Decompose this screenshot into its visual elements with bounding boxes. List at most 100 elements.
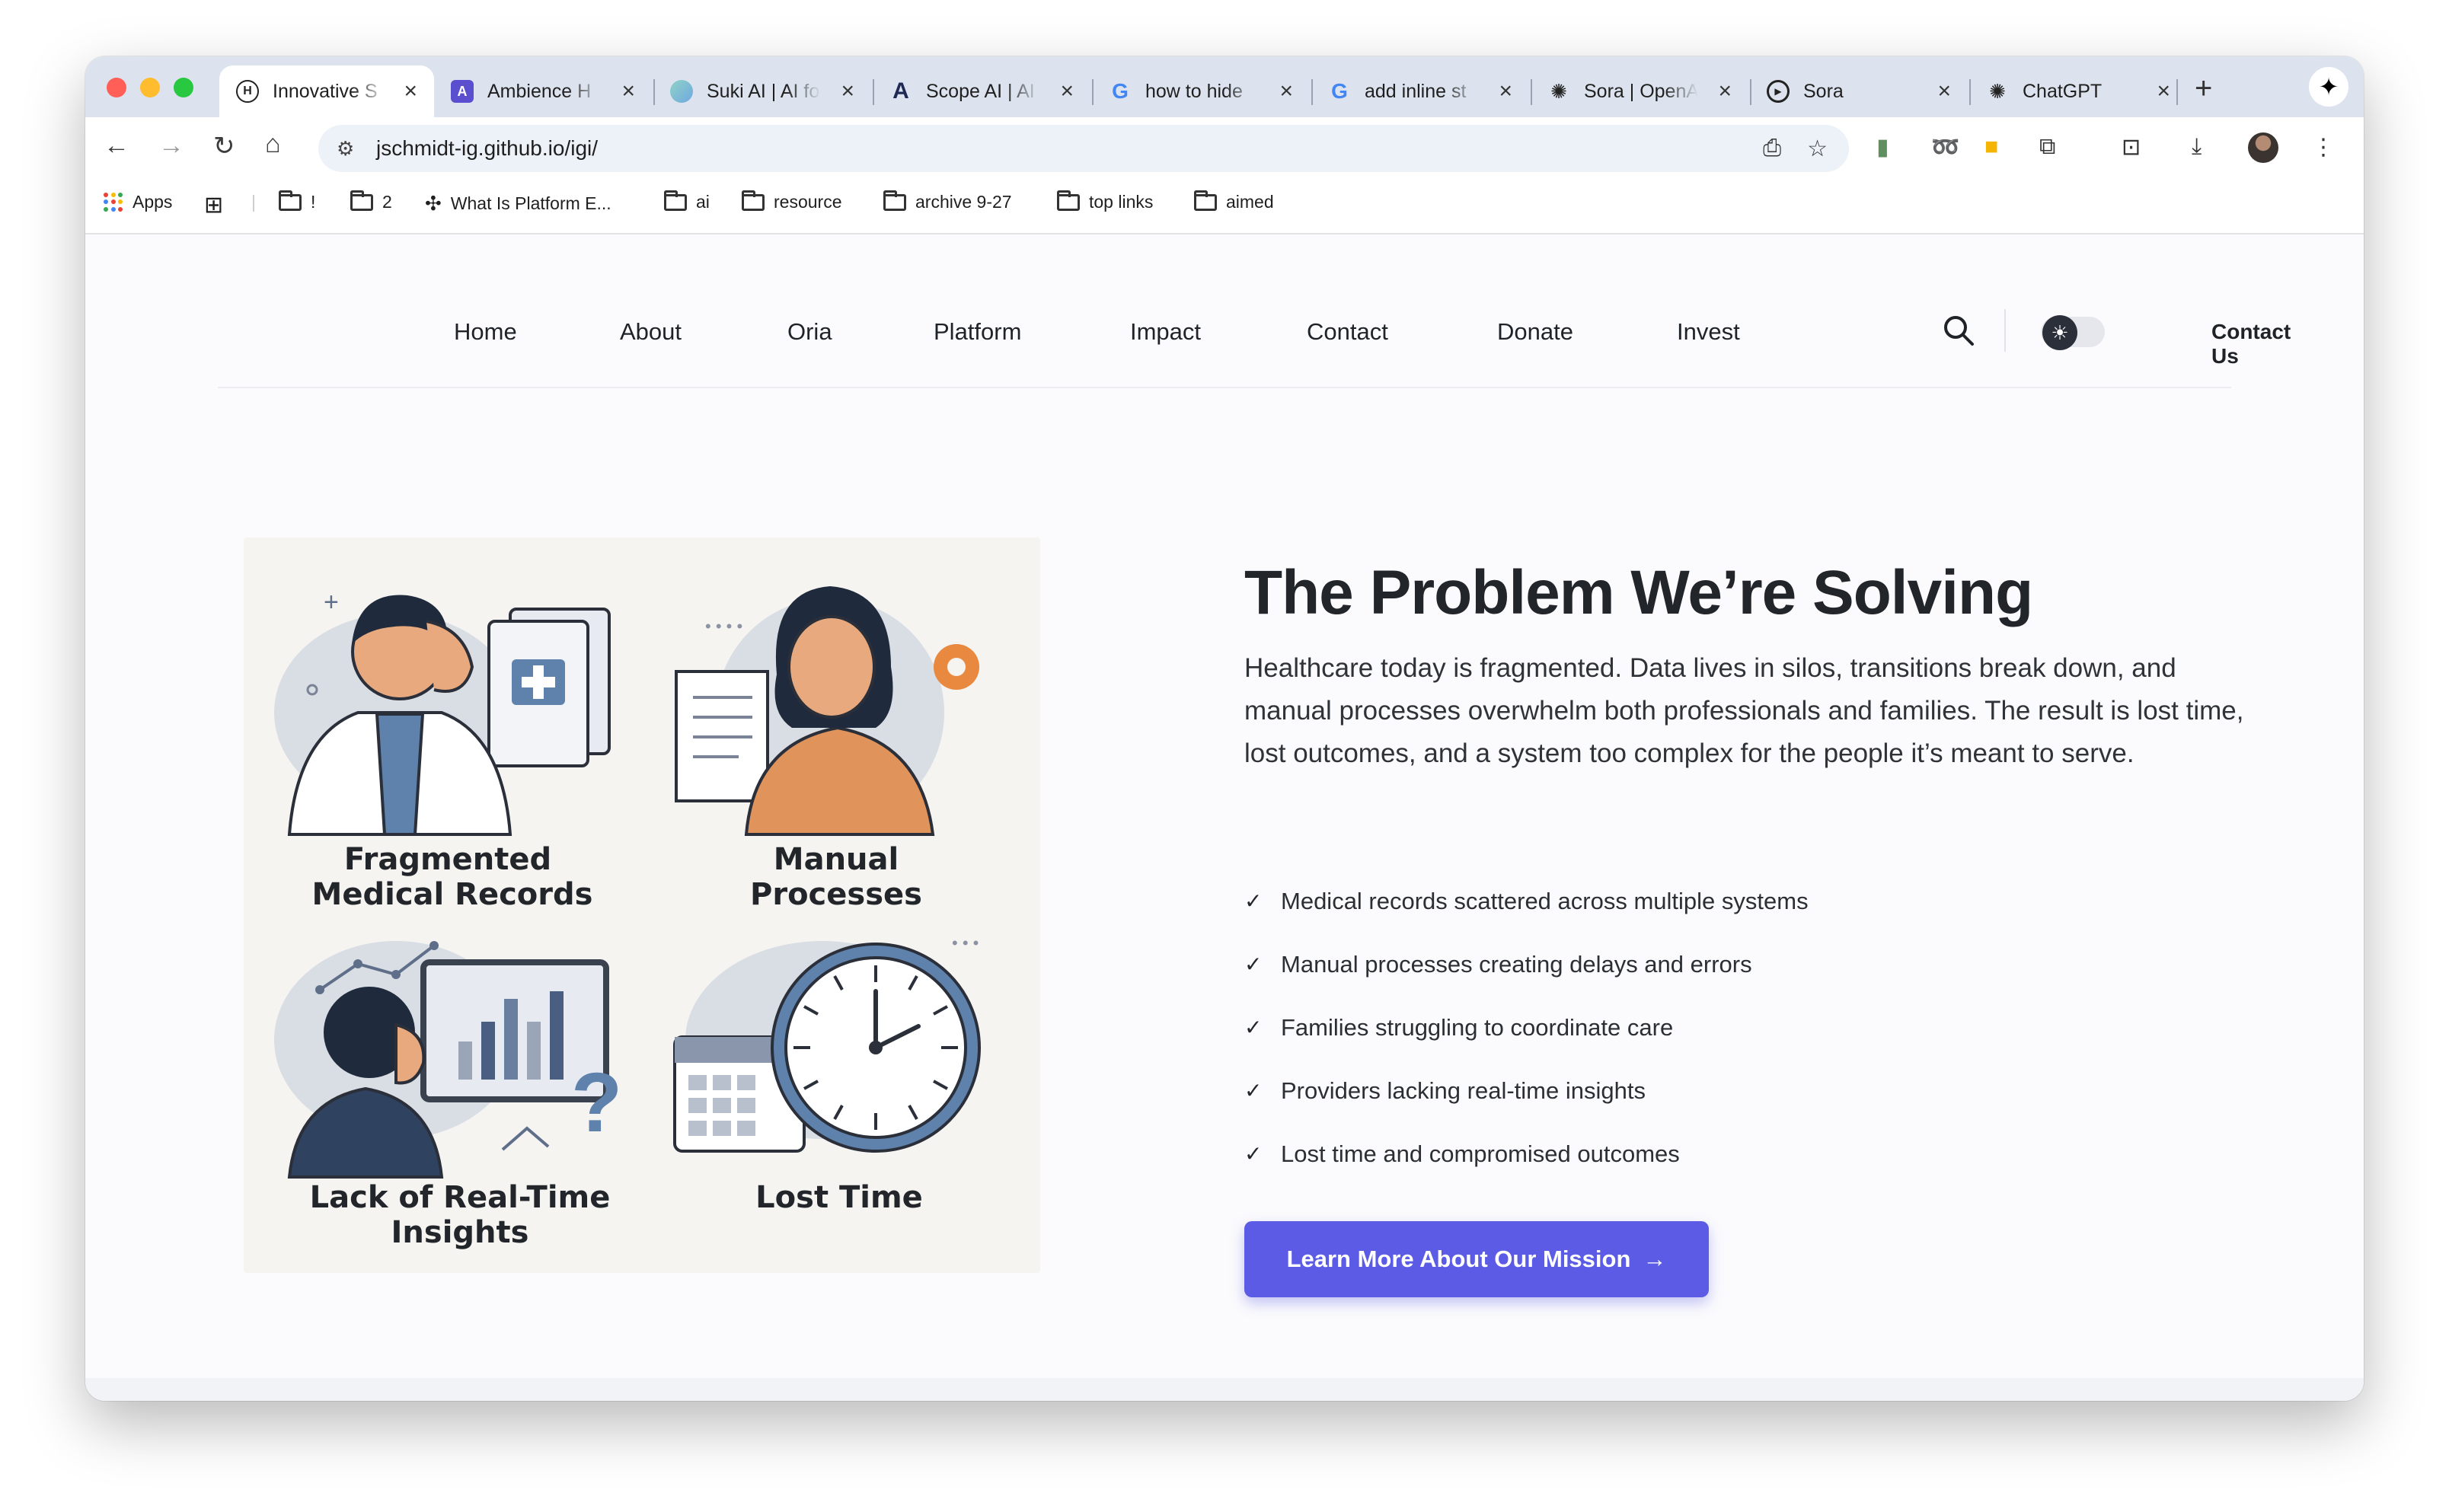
- close-window-button[interactable]: [107, 78, 126, 97]
- theme-toggle[interactable]: ☀: [2041, 315, 2105, 350]
- list-item: ✓ Families struggling to coordinate care: [1244, 996, 1809, 1059]
- lost-time-illustration: • • •: [673, 933, 981, 1153]
- sun-icon: ☀: [2042, 315, 2077, 350]
- tab-chatgpt[interactable]: ✺ ChatGPT ×: [1969, 65, 2187, 117]
- tab-search-icon[interactable]: ⊡: [2122, 134, 2141, 161]
- slack-icon: ✣: [425, 192, 442, 215]
- close-tab-icon[interactable]: ×: [2157, 78, 2170, 104]
- tab-innovative[interactable]: H Innovative S ×: [219, 65, 434, 117]
- svg-text:• • • •: • • • •: [705, 617, 742, 636]
- home-icon[interactable]: ⌂: [265, 129, 281, 159]
- tab-google-inline[interactable]: G add inline st ×: [1311, 65, 1529, 117]
- contact-us-button[interactable]: Contact Us: [2211, 320, 2291, 368]
- check-icon: ✓: [1244, 1016, 1263, 1039]
- openai-favicon-icon: ✺: [1989, 79, 2006, 103]
- extensions-puzzle-icon[interactable]: ⧉: [2039, 134, 2055, 160]
- learn-more-button[interactable]: Learn More About Our Mission →: [1244, 1221, 1709, 1297]
- bookmark-label: top links: [1089, 192, 1154, 212]
- tab-title: add inline st: [1365, 80, 1467, 102]
- extension-s-icon[interactable]: ➿: [1931, 134, 1959, 161]
- tab-google-hide[interactable]: G how to hide ×: [1092, 65, 1310, 117]
- tab-title: Innovative S: [273, 80, 378, 102]
- forward-icon[interactable]: →: [158, 131, 184, 161]
- bookmarks-bar: Apps ⊞ | ! 2 ✣ What Is Platform E... ai …: [85, 178, 2364, 234]
- minimize-window-button[interactable]: [140, 78, 160, 97]
- folder-icon: [883, 190, 906, 211]
- tab-suki[interactable]: Suki AI | AI fo ×: [653, 65, 871, 117]
- close-tab-icon[interactable]: ×: [1499, 78, 1512, 104]
- list-item-text: Families struggling to coordinate care: [1281, 1013, 1674, 1041]
- nav-impact[interactable]: Impact: [1130, 318, 1201, 346]
- bookmark-folder-archive[interactable]: archive 9-27: [883, 190, 1012, 212]
- svg-text:• • •: • • •: [952, 933, 979, 952]
- nav-contact[interactable]: Contact: [1307, 318, 1388, 346]
- url-text[interactable]: jschmidt-ig.github.io/igi/: [376, 136, 598, 161]
- back-icon[interactable]: ←: [104, 131, 129, 161]
- close-tab-icon[interactable]: ×: [841, 78, 854, 104]
- extension-badge-icon[interactable]: ▮: [1876, 134, 1889, 161]
- bookmark-folder-2[interactable]: 2: [350, 190, 392, 212]
- list-item-text: Lost time and compromised outcomes: [1281, 1140, 1680, 1167]
- tab-separator: [2176, 79, 2178, 105]
- address-bar[interactable]: ⚙ jschmidt-ig.github.io/igi/ ⎙ ☆: [318, 125, 1849, 172]
- tab-title: Sora: [1803, 80, 1844, 102]
- site-info-icon[interactable]: ⚙: [337, 137, 362, 161]
- bookmark-apps[interactable]: Apps: [104, 192, 172, 212]
- close-tab-icon[interactable]: ×: [404, 78, 417, 104]
- folder-icon: [664, 190, 687, 211]
- nav-donate[interactable]: Donate: [1497, 318, 1573, 346]
- tab-title: Scope AI | AI: [926, 80, 1035, 102]
- check-icon: ✓: [1244, 889, 1263, 913]
- nav-home[interactable]: Home: [454, 318, 517, 346]
- bookmark-folder-resource[interactable]: resource: [742, 190, 841, 212]
- profile-avatar[interactable]: [2248, 132, 2278, 163]
- new-tab-icon[interactable]: +: [2195, 72, 2212, 106]
- extension-note-icon[interactable]: ■: [1984, 134, 1998, 160]
- install-app-icon[interactable]: ⎙: [1763, 136, 1781, 162]
- bookmark-platform[interactable]: ✣ What Is Platform E...: [425, 192, 611, 215]
- close-tab-icon[interactable]: ×: [1718, 78, 1732, 104]
- tab-sora-openai[interactable]: ✺ Sora | OpenA ×: [1531, 65, 1748, 117]
- doctor-illustration: +: [274, 588, 611, 836]
- tab-title: Sora | OpenA: [1584, 80, 1698, 102]
- tab-sora[interactable]: ▶ Sora ×: [1750, 65, 1968, 117]
- close-tab-icon[interactable]: ×: [1937, 78, 1951, 104]
- bookmark-star-icon[interactable]: ☆: [1807, 136, 1828, 162]
- svg-text:+: +: [324, 588, 339, 617]
- svg-text:?: ?: [571, 1056, 622, 1150]
- browser-window: H Innovative S × A Ambience H × Suki AI …: [85, 56, 2364, 1401]
- window-controls: [107, 78, 193, 97]
- tab-ambience[interactable]: A Ambience H ×: [434, 65, 652, 117]
- browser-toolbar: ← → ↻ ⌂ ⚙ jschmidt-ig.github.io/igi/ ⎙ ☆…: [85, 117, 2364, 178]
- tab-groups-icon[interactable]: ⊞: [204, 192, 223, 219]
- folder-icon: [279, 190, 302, 211]
- bookmark-folder-bang[interactable]: !: [279, 190, 315, 212]
- nav-invest[interactable]: Invest: [1677, 318, 1740, 346]
- close-tab-icon[interactable]: ×: [1060, 78, 1074, 104]
- bookmark-label: aimed: [1226, 192, 1274, 212]
- gemini-icon[interactable]: ✦: [2309, 67, 2348, 107]
- bookmark-folder-ai[interactable]: ai: [664, 190, 710, 212]
- nav-divider: [2004, 309, 2006, 352]
- search-icon[interactable]: [1942, 314, 1975, 347]
- nav-platform[interactable]: Platform: [934, 318, 1021, 346]
- caption-lost-time: Lost Time: [755, 1180, 923, 1215]
- tab-scope[interactable]: A Scope AI | AI ×: [873, 65, 1090, 117]
- site-favicon-icon: H: [236, 80, 259, 103]
- nav-about[interactable]: About: [620, 318, 682, 346]
- section-heading: The Problem We’re Solving: [1244, 558, 2033, 627]
- apps-grid-icon: [104, 192, 123, 212]
- reload-icon[interactable]: ↻: [213, 131, 235, 161]
- check-icon: ✓: [1244, 1079, 1263, 1102]
- close-tab-icon[interactable]: ×: [1279, 78, 1293, 104]
- suki-favicon-icon: [670, 80, 693, 103]
- caption-manual-1: Manual: [774, 842, 899, 877]
- bookmark-folder-toplinks[interactable]: top links: [1057, 190, 1154, 212]
- zoom-window-button[interactable]: [174, 78, 193, 97]
- learn-more-label: Learn More About Our Mission: [1286, 1246, 1631, 1272]
- nav-oria[interactable]: Oria: [787, 318, 832, 346]
- download-icon[interactable]: ⤓: [2192, 134, 2202, 160]
- close-tab-icon[interactable]: ×: [621, 78, 635, 104]
- menu-kebab-icon[interactable]: ⋮: [2312, 134, 2335, 161]
- bookmark-folder-aimed[interactable]: aimed: [1194, 190, 1274, 212]
